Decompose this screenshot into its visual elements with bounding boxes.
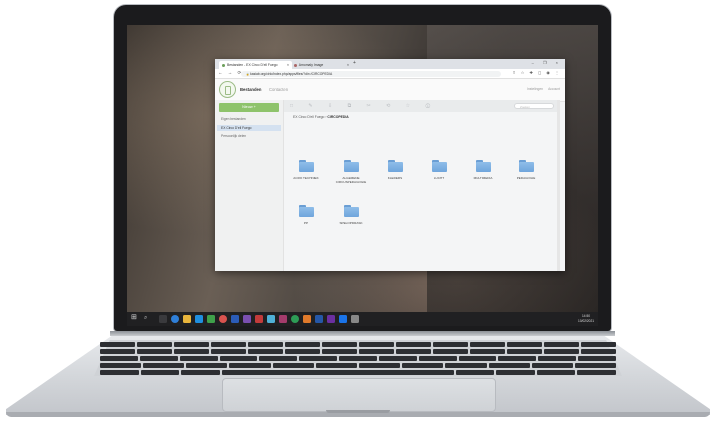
tab-image[interactable]: Amomaly Image × bbox=[291, 61, 352, 69]
app-logo-icon[interactable] bbox=[219, 81, 236, 98]
tab-strip: Bestanden - EX Circo D'ell Fuego × Amoma… bbox=[215, 59, 565, 69]
tab-label: Amomaly Image bbox=[298, 63, 324, 67]
url-text: kasiab.org/cirlo/index.php/apps/files/?d… bbox=[250, 71, 333, 76]
folder-item[interactable]: ALGEMENE CIRCUSPEDAGOGIE bbox=[331, 160, 371, 184]
image-favicon-icon bbox=[294, 63, 297, 67]
new-tab-button[interactable]: + bbox=[353, 60, 356, 66]
app-header: Bestanden Contacten Instelingen Account bbox=[215, 79, 565, 102]
address-bar-row: ← → ⟳ 🔒 kasiab.org/cirlo/index.php/apps/… bbox=[215, 69, 565, 79]
excel-icon[interactable] bbox=[207, 315, 215, 323]
spotify-icon[interactable] bbox=[291, 315, 299, 323]
app-icon[interactable] bbox=[279, 315, 287, 323]
nextcloud-favicon-icon bbox=[222, 63, 225, 67]
folder-name: MULTIMEDIA bbox=[473, 176, 493, 180]
folder-item[interactable]: SPELOPDRASK bbox=[331, 205, 371, 225]
folder-item[interactable]: KLEDERS bbox=[375, 160, 415, 180]
start-icon[interactable]: ⊞ bbox=[131, 314, 139, 322]
breadcrumb-root[interactable]: EX Circo D'ell Fuego bbox=[293, 115, 324, 119]
sidebar-item-personal-share[interactable]: Persoonlijk delen bbox=[221, 134, 246, 138]
folder-name: KLEDERS bbox=[387, 176, 403, 180]
clock-date: 10/02/2021 bbox=[578, 318, 594, 323]
extension-icons[interactable]: ⇪ ☆ ✚ ◻ ◉ ⋮ bbox=[512, 70, 561, 75]
lock-icon: 🔒 bbox=[246, 72, 250, 76]
window-controls[interactable]: – ❐ × bbox=[532, 60, 562, 65]
sidebar-item-shared-folder[interactable]: EX Circo D'ell Fuego bbox=[217, 125, 281, 131]
keyboard bbox=[99, 342, 617, 375]
keyboard-row bbox=[100, 349, 616, 354]
tab-close-icon[interactable]: × bbox=[347, 61, 349, 69]
file-toolbar: □ ✎ ⇩ ⧉ ✂ ⟲ ☆ ⓘ Zoeken bbox=[284, 100, 560, 112]
store-icon[interactable] bbox=[195, 315, 203, 323]
breadcrumb-current[interactable]: CIRCOPEDIA bbox=[327, 115, 348, 119]
sidebar: Nieuw + Eigen bestanden EX Circo D'ell F… bbox=[215, 100, 284, 271]
search-input[interactable]: Zoeken bbox=[514, 103, 554, 109]
touchpad bbox=[222, 378, 496, 412]
folder-name: SPELOPDRASK bbox=[339, 221, 363, 225]
sidebar-item-own-files[interactable]: Eigen bestanden bbox=[221, 117, 246, 121]
teams-icon[interactable] bbox=[243, 315, 251, 323]
search-icon[interactable]: ⌕ bbox=[144, 314, 152, 322]
task-view-icon[interactable] bbox=[159, 315, 167, 323]
folder-icon bbox=[387, 160, 403, 172]
app-icon[interactable] bbox=[303, 315, 311, 323]
folder-icon bbox=[298, 205, 314, 217]
app-icon[interactable] bbox=[339, 315, 347, 323]
folder-name: ALGEMENE CIRCUSPEDAGOGIE bbox=[335, 176, 367, 184]
app-icon[interactable] bbox=[315, 315, 323, 323]
folder-icon bbox=[343, 160, 359, 172]
navigation-buttons[interactable]: ← → ⟳ bbox=[218, 70, 243, 76]
breadcrumb: EX Circo D'ell Fuego › CIRCOPEDIA bbox=[293, 115, 349, 119]
folder-item[interactable]: ACRO TECHNIEK bbox=[286, 160, 326, 180]
address-bar[interactable]: 🔒 kasiab.org/cirlo/index.php/apps/files/… bbox=[241, 70, 501, 77]
keyboard-row bbox=[100, 370, 616, 375]
powerpoint-icon[interactable] bbox=[255, 315, 263, 323]
file-explorer-icon[interactable] bbox=[183, 315, 191, 323]
keyboard-row bbox=[100, 356, 616, 361]
new-button[interactable]: Nieuw + bbox=[219, 103, 279, 112]
folder-icon bbox=[298, 160, 314, 172]
vertical-scrollbar[interactable] bbox=[557, 100, 560, 271]
file-browser: □ ✎ ⇩ ⧉ ✂ ⟲ ☆ ⓘ Zoeken EX Circo D'ell Fu… bbox=[284, 100, 560, 271]
folder-icon bbox=[475, 160, 491, 172]
app-icon[interactable] bbox=[351, 315, 359, 323]
folder-icon bbox=[343, 205, 359, 217]
laptop-hinge bbox=[110, 331, 615, 336]
folder-name: LUCHT bbox=[433, 176, 445, 180]
toolbar-icons[interactable]: □ ✎ ⇩ ⧉ ✂ ⟲ ☆ ⓘ bbox=[290, 103, 437, 109]
taskbar: ⊞ ⌕ 14:50 10/02/2021 bbox=[127, 312, 598, 326]
word-icon[interactable] bbox=[231, 315, 239, 323]
header-account[interactable]: Account bbox=[548, 87, 560, 91]
keyboard-row bbox=[100, 342, 616, 347]
chrome-icon[interactable] bbox=[219, 315, 227, 323]
app-icon[interactable] bbox=[327, 315, 335, 323]
settings-icon[interactable] bbox=[267, 315, 275, 323]
folder-name: PP bbox=[303, 221, 309, 225]
lid-notch bbox=[326, 410, 390, 413]
folder-name: PEDAGOGIE bbox=[516, 176, 536, 180]
folder-icon bbox=[431, 160, 447, 172]
edge-icon[interactable] bbox=[171, 315, 179, 323]
header-settings[interactable]: Instelingen bbox=[527, 87, 543, 91]
folder-item[interactable]: MULTIMEDIA bbox=[463, 160, 503, 180]
folder-name: ACRO TECHNIEK bbox=[293, 176, 319, 180]
nav-files[interactable]: Bestanden bbox=[240, 87, 261, 92]
browser-window: Bestanden - EX Circo D'ell Fuego × Amoma… bbox=[215, 59, 565, 271]
tab-close-icon[interactable]: × bbox=[287, 61, 289, 69]
system-clock[interactable]: 14:50 10/02/2021 bbox=[578, 314, 594, 323]
laptop-screen: Bestanden - EX Circo D'ell Fuego × Amoma… bbox=[127, 25, 598, 326]
tab-files[interactable]: Bestanden - EX Circo D'ell Fuego × bbox=[219, 61, 292, 69]
folder-item[interactable]: PP bbox=[286, 205, 326, 225]
folder-item[interactable]: LUCHT bbox=[419, 160, 459, 180]
folder-item[interactable]: PEDAGOGIE bbox=[506, 160, 546, 180]
nav-contacts[interactable]: Contacten bbox=[269, 87, 288, 92]
folder-icon bbox=[518, 160, 534, 172]
tab-label: Bestanden - EX Circo D'ell Fuego bbox=[226, 63, 278, 67]
keyboard-row bbox=[99, 363, 617, 368]
